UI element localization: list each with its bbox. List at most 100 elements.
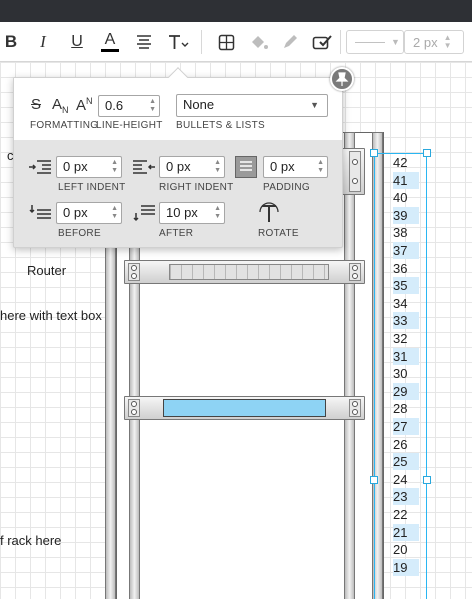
chevron-down-icon: ▼ xyxy=(391,37,400,47)
blue-panel xyxy=(163,399,326,417)
strikethrough-icon[interactable]: S xyxy=(31,96,41,113)
font-color-button[interactable]: A xyxy=(99,30,121,54)
router-ports xyxy=(169,264,329,280)
align-center-icon xyxy=(137,35,151,49)
pencil-icon xyxy=(284,35,297,48)
rack-unit-number: 25 xyxy=(393,453,419,471)
before-value: 0 px xyxy=(63,205,88,220)
text-options-button[interactable] xyxy=(166,30,190,54)
rack-ear xyxy=(349,399,361,417)
line-width-select[interactable]: 2 px ▲ ▼ xyxy=(404,30,464,54)
rack-ear xyxy=(128,263,140,281)
resize-handle[interactable] xyxy=(423,476,431,484)
shape-button[interactable] xyxy=(215,30,237,54)
spacing-after-icon xyxy=(133,205,155,222)
router-label[interactable]: Router xyxy=(27,263,66,278)
rack-unit-number: 24 xyxy=(393,471,408,487)
rack-unit-number: 42 xyxy=(393,155,408,170)
stepper-arrows-icon[interactable]: ▲ ▼ xyxy=(214,159,221,175)
after-input[interactable]: 10 px ▲ ▼ xyxy=(159,202,225,224)
stepper-arrows-icon[interactable]: ▲ ▼ xyxy=(111,205,118,221)
line-style-preview xyxy=(355,41,385,43)
right-indent-value: 0 px xyxy=(166,159,191,174)
pin-button[interactable] xyxy=(330,67,354,91)
stepper-arrows-icon[interactable]: ▲ ▼ xyxy=(111,159,118,175)
rack-unit-number: 32 xyxy=(393,331,408,346)
chevron-down-icon: ▼ xyxy=(310,100,319,110)
rack-unit-number: 39 xyxy=(393,206,419,224)
resize-handle[interactable] xyxy=(423,149,431,157)
rack-ear xyxy=(349,151,361,192)
line-height-input[interactable]: 0.6 ▲ ▼ xyxy=(98,95,160,117)
rack-unit-number: 41 xyxy=(393,171,419,189)
subscript-icon[interactable]: AN xyxy=(52,96,69,115)
font-color-swatch xyxy=(101,49,119,52)
stepper-icon: ▲ ▼ xyxy=(443,33,452,50)
before-label: BEFORE xyxy=(58,228,101,239)
rack-unit-number: 35 xyxy=(393,277,419,295)
blank-panel-device[interactable] xyxy=(124,396,365,420)
app-top-bar xyxy=(0,0,472,22)
stepper-arrows-icon[interactable]: ▲ ▼ xyxy=(214,205,221,221)
line-style-select[interactable]: ▼ xyxy=(346,30,404,54)
rack-unit-number: 26 xyxy=(393,436,408,452)
toolbar-separator xyxy=(340,30,341,54)
rack-unit-number: 33 xyxy=(393,312,419,330)
bullets-select[interactable]: None ▼ xyxy=(176,94,328,117)
align-button[interactable] xyxy=(133,30,155,54)
rack-hint-label[interactable]: f rack here xyxy=(0,533,61,548)
text-format-popup: S AN AN 0.6 ▲ ▼ None ▼ FORMATTING LINE-HE… xyxy=(13,67,343,248)
rack-unit-number: 19 xyxy=(393,558,419,576)
rack-unit-number: 23 xyxy=(393,488,419,506)
style-check-icon xyxy=(312,35,332,50)
stepper-arrows-icon[interactable]: ▲ ▼ xyxy=(317,159,324,175)
rotate-label: ROTATE xyxy=(258,228,299,239)
line-color-button[interactable] xyxy=(279,30,301,54)
rack-unit-number: 37 xyxy=(393,242,419,259)
right-indent-input[interactable]: 0 px ▲ ▼ xyxy=(159,156,225,178)
rack-right-inner-rail xyxy=(344,132,355,599)
pin-icon xyxy=(335,72,349,86)
rack-unit-number: 20 xyxy=(393,542,408,558)
resize-handle[interactable] xyxy=(370,476,378,484)
rotate-text-icon[interactable] xyxy=(258,202,280,224)
rack-ear xyxy=(128,399,140,417)
padding-label: PADDING xyxy=(263,182,310,193)
text-box-hint-label[interactable]: here with text box xyxy=(0,308,102,323)
underline-button[interactable]: U xyxy=(66,30,88,54)
fill-color-button[interactable] xyxy=(247,30,269,54)
left-indent-value: 0 px xyxy=(63,159,88,174)
rack-unit-number: 38 xyxy=(393,225,408,241)
bullets-value: None xyxy=(183,97,215,112)
paint-bucket-icon xyxy=(251,35,268,49)
superscript-icon[interactable]: AN xyxy=(76,96,93,114)
rack-unit-number: 40 xyxy=(393,190,408,206)
bold-button[interactable]: B xyxy=(0,30,22,54)
line-height-label: LINE-HEIGHT xyxy=(96,120,163,131)
italic-button[interactable]: I xyxy=(32,30,54,54)
bullets-label: BULLETS & LISTS xyxy=(176,120,265,131)
style-button[interactable] xyxy=(311,30,335,54)
left-indent-label: LEFT INDENT xyxy=(58,182,126,193)
rack-unit-numbers[interactable]: 42 41 40 39 38 37 36 35 34 33 32 31 30 29 28 27 26 25 24 23… xyxy=(374,153,427,599)
right-indent-label: RIGHT INDENT xyxy=(159,182,234,193)
left-indent-input[interactable]: 0 px ▲ ▼ xyxy=(56,156,122,178)
rack-unit-number: 34 xyxy=(393,295,408,311)
before-input[interactable]: 0 px ▲ ▼ xyxy=(56,202,122,224)
padding-value: 0 px xyxy=(270,159,295,174)
toolbar-separator xyxy=(201,30,202,54)
spacing-before-icon xyxy=(29,205,51,219)
padding-icon[interactable] xyxy=(235,156,257,178)
padding-input[interactable]: 0 px ▲ ▼ xyxy=(263,156,328,178)
rack-unit-number: 29 xyxy=(393,382,419,400)
line-width-value: 2 px xyxy=(413,34,438,50)
stepper-arrows-icon[interactable]: ▲ ▼ xyxy=(149,98,156,114)
resize-handle[interactable] xyxy=(370,149,378,157)
shape-grid-icon xyxy=(218,34,234,50)
router-device[interactable] xyxy=(124,260,365,284)
text-options-icon xyxy=(169,35,189,49)
rack-ear xyxy=(349,263,361,281)
formatting-label: FORMATTING xyxy=(30,120,99,131)
rack-unit-number: 30 xyxy=(393,366,408,382)
line-height-value: 0.6 xyxy=(105,98,124,113)
